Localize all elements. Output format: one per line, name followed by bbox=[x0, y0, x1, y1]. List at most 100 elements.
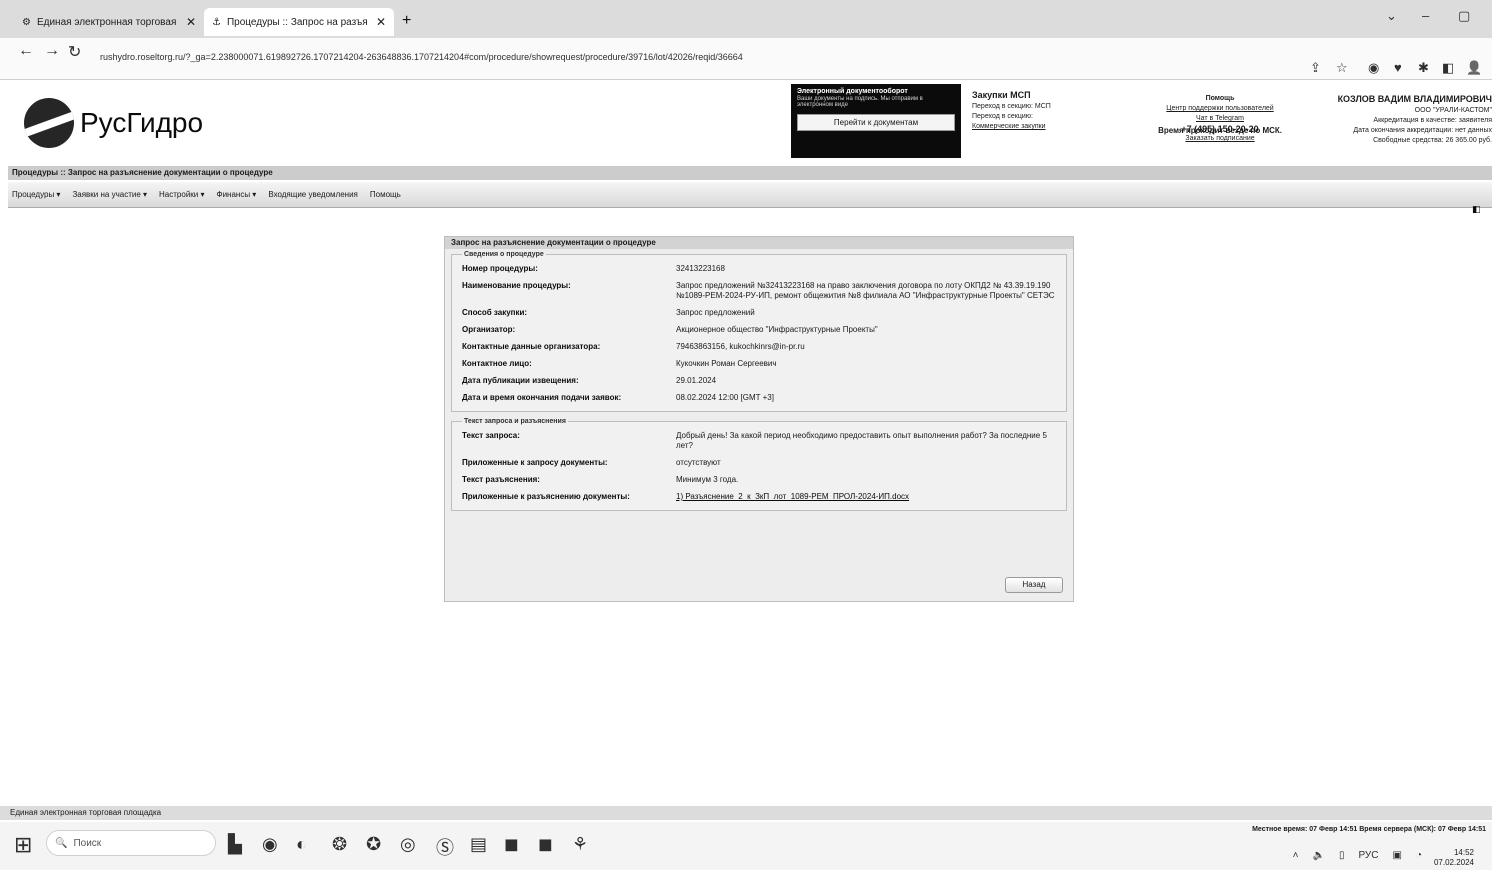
new-tab-button[interactable]: + bbox=[402, 12, 411, 30]
url-field[interactable]: rushydro.roseltorg.ru/?_ga=2.238000071.6… bbox=[100, 52, 743, 62]
forward-arrow-icon[interactable]: → bbox=[44, 42, 60, 60]
breadcrumb: Процедуры :: Запрос на разъяснение докум… bbox=[8, 166, 1492, 180]
site-header: РусГидро Электронный документооборот Ваш… bbox=[0, 80, 1492, 166]
back-arrow-icon[interactable]: ← bbox=[18, 42, 34, 60]
msp-link[interactable]: Переход в секцию: bbox=[972, 113, 1033, 120]
share-icon[interactable]: ⇪ bbox=[1310, 60, 1321, 76]
browser-tab-bar: ⚙ Единая электронная торговая ✕ ⚓ Процед… bbox=[0, 0, 1492, 38]
info-row: Наименование процедуры: Запрос предложени… bbox=[462, 281, 1056, 301]
star-icon[interactable]: ☆ bbox=[1336, 60, 1348, 76]
speaker-icon[interactable]: 🔈 bbox=[1313, 850, 1325, 861]
info-row: Дата публикации извещения: 29.01.2024 bbox=[462, 376, 1056, 386]
request-panel: Запрос на разъяснение документации о про… bbox=[444, 236, 1074, 602]
app-icon[interactable]: ❂ bbox=[332, 834, 347, 855]
field-value: 32413223168 bbox=[676, 264, 725, 273]
field-value: Добрый день! За какой период необходимо … bbox=[676, 431, 1047, 450]
msp-title: Закупки МСП bbox=[972, 90, 1031, 100]
site-icon: ⚓ bbox=[212, 16, 221, 28]
chevron-up-icon[interactable]: ˄ bbox=[1293, 850, 1299, 861]
browser-tab-active[interactable]: ⚓ Процедуры :: Запрос на разъя ✕ bbox=[204, 8, 394, 36]
tab-title: Процедуры :: Запрос на разъя bbox=[226, 16, 368, 28]
language-indicator[interactable]: РУС bbox=[1358, 850, 1378, 861]
time-note: Время проходит везде по МСК. bbox=[1158, 126, 1282, 135]
sidepanel-icon[interactable]: ◧ bbox=[1442, 60, 1454, 76]
field-label: Наименование процедуры: bbox=[462, 281, 571, 290]
skype-icon[interactable]: Ⓢ bbox=[436, 834, 454, 860]
browser-tab[interactable]: ⚙ Единая электронная торговая ✕ bbox=[14, 8, 204, 36]
maximize-button[interactable]: ▢ bbox=[1458, 8, 1470, 24]
edoc-subtitle: Ваши документы на подпись. Мы отправим в… bbox=[797, 96, 923, 108]
chevron-down-icon[interactable]: ⌄ bbox=[1386, 8, 1397, 24]
profile-icon[interactable]: 👤 bbox=[1466, 60, 1482, 76]
accreditation: Аккредитация в качестве: заявителя bbox=[1373, 117, 1492, 124]
windows-start-icon[interactable]: ⊞ bbox=[14, 832, 32, 858]
menu-settings[interactable]: Настройки ▾ bbox=[159, 190, 204, 199]
extension-icon[interactable]: ◉ bbox=[1368, 60, 1379, 76]
panel-toggle-icon[interactable]: ◧ bbox=[1472, 204, 1490, 218]
system-tray: ˄ 🔈 ▯ РУС ▣ ◔ bbox=[1293, 850, 1422, 861]
attachment-link[interactable]: 1) Разъяснение_2_к_ЗкП_лот_1089-РЕМ_ПРОЛ… bbox=[676, 492, 909, 501]
browser-icon[interactable]: ◐ bbox=[296, 834, 307, 855]
commercial-link[interactable]: Коммерческие закупки bbox=[972, 123, 1046, 130]
msp-link[interactable]: Переход в секцию: МСП bbox=[972, 103, 1051, 110]
go-to-documents-button[interactable]: Перейти к документам bbox=[797, 114, 955, 131]
battery-icon[interactable]: ▯ bbox=[1339, 850, 1345, 861]
address-bar: ← → ↻ rushydro.roseltorg.ru/?_ga=2.23800… bbox=[0, 38, 1492, 80]
extension-icon[interactable]: ♥ bbox=[1394, 60, 1402, 75]
logo-text: РусГидро bbox=[80, 107, 204, 138]
msp-block: Закупки МСП Переход в секцию: МСП Перехо… bbox=[972, 90, 1051, 132]
menu-notifications[interactable]: Входящие уведомления bbox=[268, 190, 358, 199]
info-row: Контактные данные организатора: 794638631… bbox=[462, 342, 1056, 352]
back-button[interactable]: Назад bbox=[1005, 577, 1063, 593]
chrome-icon[interactable]: ◉ bbox=[262, 834, 278, 855]
user-name[interactable]: КОЗЛОВ ВАДИМ ВЛАДИМИРОВИЧ bbox=[1338, 94, 1492, 104]
menu-finance[interactable]: Финансы ▾ bbox=[217, 190, 257, 199]
word-icon[interactable]: ◼ bbox=[538, 834, 553, 855]
volume-icon[interactable]: ◔ bbox=[1416, 850, 1422, 861]
field-label: Номер процедуры: bbox=[462, 264, 538, 273]
logo[interactable]: РусГидро bbox=[24, 98, 203, 148]
app-icon[interactable]: ✪ bbox=[366, 834, 381, 855]
info-row: Контактное лицо: Кукочкин Роман Сергеевич bbox=[462, 359, 1056, 369]
taskbar-search[interactable]: 🔍 Поиск bbox=[46, 830, 216, 856]
telegram-link[interactable]: Чат в Telegram bbox=[1140, 114, 1300, 124]
taskbar: ⊞ 🔍 Поиск ▙ ◉ ◐ ❂ ✪ ◎ Ⓢ ▤ ◼ ◼ ⚘ Местное … bbox=[0, 822, 1492, 870]
menu-applications[interactable]: Заявки на участие ▾ bbox=[72, 190, 147, 199]
info-row: Дата и время окончания подачи заявок: 08.… bbox=[462, 393, 1056, 403]
field-label: Организатор: bbox=[462, 325, 516, 334]
tab-title: Единая электронная торговая bbox=[36, 16, 177, 28]
panel-title: Запрос на разъяснение документации о про… bbox=[445, 237, 1073, 249]
menu-procedures[interactable]: Процедуры ▾ bbox=[12, 190, 60, 199]
support-link[interactable]: Центр поддержки пользователей bbox=[1140, 104, 1300, 114]
help-title: Помощь bbox=[1205, 95, 1235, 102]
field-label: Дата публикации извещения: bbox=[462, 376, 579, 385]
reload-icon[interactable]: ↻ bbox=[68, 42, 81, 62]
close-tab-icon[interactable]: ✕ bbox=[376, 15, 386, 29]
field-label: Контактное лицо: bbox=[462, 359, 532, 368]
info-row: Текст запроса: Добрый день! За какой пери… bbox=[462, 431, 1056, 451]
folder-icon[interactable]: ▙ bbox=[228, 834, 242, 855]
network-icon[interactable]: ▣ bbox=[1393, 850, 1402, 861]
menu-help[interactable]: Помощь bbox=[370, 190, 401, 199]
app-icon[interactable]: ▤ bbox=[470, 834, 487, 855]
close-tab-icon[interactable]: ✕ bbox=[186, 15, 196, 29]
server-time: Местное время: 07 Февр 14:51 Время серве… bbox=[1252, 826, 1486, 833]
edoc-banner: Электронный документооборот Ваши докумен… bbox=[791, 84, 961, 158]
info-row: Способ закупки: Запрос предложений bbox=[462, 308, 1056, 318]
edoc-title: Электронный документооборот bbox=[797, 88, 908, 95]
puzzle-icon[interactable]: ✱ bbox=[1418, 60, 1429, 76]
acrobat-icon[interactable]: ⚘ bbox=[572, 834, 588, 855]
minimize-button[interactable]: – bbox=[1422, 8, 1429, 23]
clock-date: 07.02.2024 bbox=[1433, 858, 1474, 867]
app-icon[interactable]: ◎ bbox=[400, 834, 416, 855]
field-label: Текст запроса: bbox=[462, 431, 520, 440]
field-value: Запрос предложений bbox=[676, 308, 755, 317]
procedure-info-section: Сведения о процедуре Номер процедуры: 324… bbox=[451, 251, 1067, 412]
help-block: Помощь Центр поддержки пользователей Чат… bbox=[1140, 94, 1300, 144]
section-legend: Сведения о процедуре bbox=[464, 251, 544, 258]
status-bar: Единая электронная торговая площадка bbox=[0, 806, 1492, 820]
outlook-icon[interactable]: ◼ bbox=[504, 834, 519, 855]
field-label: Дата и время окончания подачи заявок: bbox=[462, 393, 622, 402]
field-label: Текст разъяснения: bbox=[462, 475, 540, 484]
taskbar-clock[interactable]: 14:52 07.02.2024 bbox=[1434, 848, 1474, 868]
